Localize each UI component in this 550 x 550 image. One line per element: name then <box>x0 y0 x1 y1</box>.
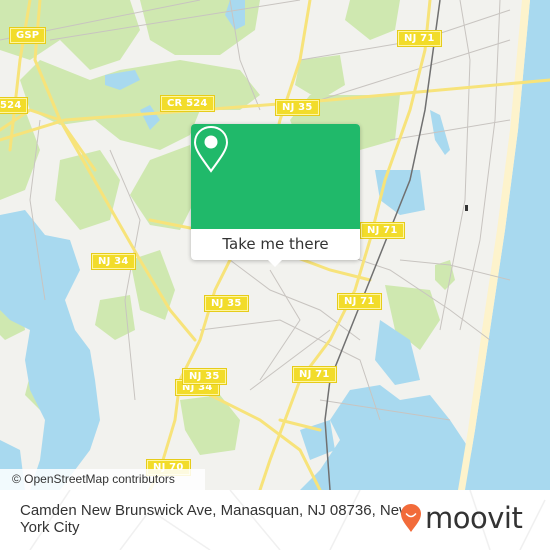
road-label-nj35-top: NJ 35 <box>275 99 320 116</box>
take-me-there-button[interactable]: Take me there <box>191 229 360 260</box>
road-label-nj71-top: NJ 71 <box>397 30 442 47</box>
moovit-pin-icon <box>401 504 421 532</box>
road-label-nj71-mid: NJ 71 <box>360 222 405 239</box>
moovit-logo[interactable]: moovit <box>400 500 523 536</box>
road-label-cr524-left: 524 <box>0 97 29 114</box>
map-pin-icon <box>193 125 229 173</box>
road-label-nj35-mid: NJ 35 <box>204 295 249 312</box>
map-view[interactable]: GSP 524 CR 524 NJ 35 NJ 71 NJ 34 NJ 34 N… <box>0 0 550 490</box>
location-popup[interactable]: Take me there <box>191 124 360 267</box>
road-label-nj34-upper: NJ 34 <box>91 253 136 270</box>
popup-header[interactable] <box>191 124 360 229</box>
popup-pointer <box>266 258 284 267</box>
pier-marker <box>465 205 468 211</box>
road-label-nj71-lower: NJ 71 <box>292 366 337 383</box>
road-label-cr524: CR 524 <box>160 95 215 112</box>
moovit-brand-text: moovit <box>425 501 523 535</box>
road-label-gsp: GSP <box>8 27 47 44</box>
footer: Camden New Brunswick Ave, Manasquan, NJ … <box>0 490 550 550</box>
address-text: Camden New Brunswick Ave, Manasquan, NJ … <box>20 502 410 536</box>
road-label-nj71-center: NJ 71 <box>337 293 382 310</box>
ocean <box>465 0 550 490</box>
map-attribution[interactable]: © OpenStreetMap contributors <box>0 469 205 490</box>
road-label-nj35-lower: NJ 35 <box>182 368 227 385</box>
